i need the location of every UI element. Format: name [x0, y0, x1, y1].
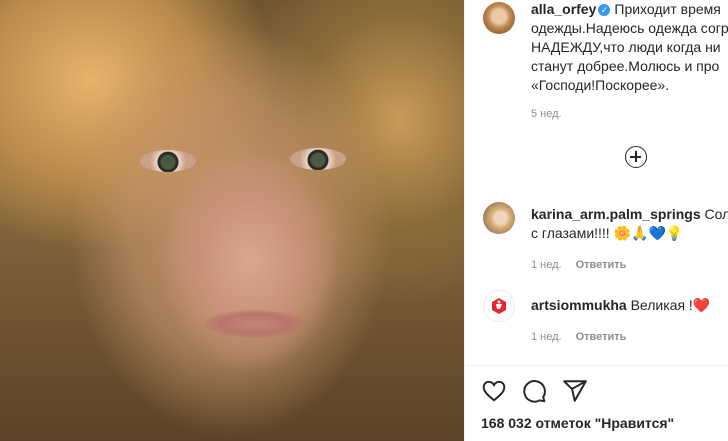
- comment-1: karina_arm.palm_springs Солн с глазами!!…: [531, 205, 728, 243]
- actions-separator: [465, 365, 728, 366]
- comment-2-time[interactable]: 1 нед.: [531, 331, 562, 343]
- comment-1-text-line1: Солн: [704, 206, 728, 222]
- comment-1-reply-button[interactable]: Ответить: [576, 259, 627, 271]
- lips: [205, 310, 305, 338]
- author-username[interactable]: alla_orfey: [531, 1, 596, 17]
- caption-line-1: одежды.Надеюсь одежда согр: [531, 20, 728, 36]
- post-photo[interactable]: [0, 0, 464, 441]
- heart-icon[interactable]: [481, 378, 507, 404]
- caption-line-2: НАДЕЖДУ,что люди когда ни: [531, 39, 721, 55]
- comment-1-time[interactable]: 1 нед.: [531, 259, 562, 271]
- comment-1-meta: 1 нед. Ответить: [531, 259, 626, 271]
- commenter-avatar[interactable]: [483, 202, 515, 234]
- caption-line-4: «Господи!Поскорее».: [531, 77, 670, 93]
- author-avatar[interactable]: [483, 2, 515, 34]
- caption-line-0: Приходит время: [614, 1, 721, 17]
- comment-1-text-line2: с глазами!!!! 🌼🙏💙💡: [531, 225, 684, 241]
- comment-2-text: Великая !❤️: [630, 297, 711, 313]
- post-sidebar: alla_orfey ✓ Приходит время одежды.Надеюсь…: [465, 0, 728, 441]
- comment-icon[interactable]: [521, 378, 547, 404]
- comment-2: artsiommukha Великая !❤️: [531, 296, 710, 315]
- commenter-avatar[interactable]: [483, 290, 515, 322]
- share-icon[interactable]: [562, 378, 588, 404]
- add-comment-icon[interactable]: [625, 146, 647, 168]
- comment-2-meta: 1 нед. Ответить: [531, 331, 626, 343]
- comment-2-username[interactable]: artsiommukha: [531, 297, 627, 313]
- post-time[interactable]: 5 нед.: [531, 108, 562, 120]
- comment-1-username[interactable]: karina_arm.palm_springs: [531, 206, 701, 222]
- left-eye: [140, 150, 196, 172]
- post-caption: alla_orfey ✓ Приходит время одежды.Надеюсь…: [531, 0, 728, 95]
- likes-count[interactable]: 168 032 отметок "Нравится": [481, 415, 674, 431]
- right-eye: [290, 148, 346, 170]
- verified-badge-icon: ✓: [598, 4, 611, 17]
- coat-of-arms-icon: [492, 298, 506, 314]
- comment-2-reply-button[interactable]: Ответить: [576, 331, 627, 343]
- caption-line-3: станут добрее.Молюсь и про: [531, 58, 720, 74]
